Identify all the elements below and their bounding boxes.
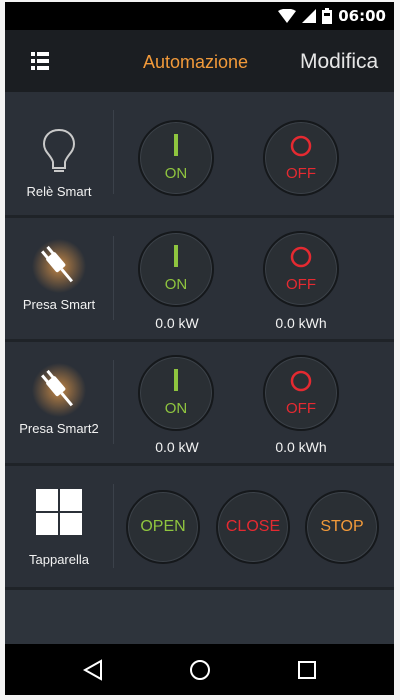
off-label: OFF	[286, 276, 316, 293]
wifi-icon	[278, 9, 297, 23]
divider	[113, 110, 114, 194]
bulb-icon	[42, 128, 76, 172]
signal-icon	[302, 9, 317, 23]
app-header: Automazione Modifica	[5, 30, 394, 92]
off-glyph-icon	[265, 245, 337, 271]
on-button[interactable]: ON	[138, 231, 214, 307]
menu-button[interactable]	[25, 48, 55, 74]
device-list: Relè Smart ON OFF Presa Smart ON OFF 0.0…	[5, 92, 394, 644]
off-button[interactable]: OFF	[263, 120, 339, 196]
open-label: OPEN	[140, 518, 186, 535]
device-info: Presa Smart2	[5, 342, 113, 463]
off-glyph-icon	[265, 369, 337, 395]
energy-reading: 0.0 kWh	[275, 315, 327, 331]
device-name: Presa Smart	[22, 297, 96, 312]
off-button[interactable]: OFF	[263, 231, 339, 307]
recents-icon[interactable]	[295, 658, 319, 682]
device-row-presa-smart: Presa Smart ON OFF 0.0 kW 0.0 kWh	[5, 218, 394, 342]
device-info: Presa Smart	[5, 218, 113, 339]
plug-icon	[32, 363, 86, 417]
back-icon[interactable]	[81, 658, 105, 682]
window-icon	[36, 489, 82, 535]
close-button[interactable]: CLOSE	[216, 490, 290, 564]
on-button[interactable]: ON	[138, 120, 214, 196]
on-label: ON	[164, 400, 188, 417]
phone-screen: 06:00 Automazione Modifica Relè Smart ON…	[5, 2, 394, 695]
on-button[interactable]: ON	[138, 355, 214, 431]
open-button[interactable]: OPEN	[126, 490, 200, 564]
status-bar: 06:00	[5, 2, 394, 30]
device-name: Relè Smart	[26, 184, 92, 199]
list-icon	[31, 52, 49, 70]
on-glyph-icon	[140, 369, 212, 395]
on-label: ON	[164, 165, 188, 182]
device-name: Presa Smart2	[19, 421, 99, 436]
tab-modifica[interactable]: Modifica	[300, 50, 378, 74]
on-glyph-icon	[140, 245, 212, 271]
stop-button[interactable]: STOP	[305, 490, 379, 564]
battery-icon	[322, 8, 333, 24]
power-reading: 0.0 kW	[155, 439, 199, 455]
stop-label: STOP	[320, 518, 364, 535]
power-reading: 0.0 kW	[155, 315, 199, 331]
on-label: ON	[164, 276, 188, 293]
clock: 06:00	[338, 7, 386, 25]
device-row-tapparella: Tapparella OPEN CLOSE STOP	[5, 466, 394, 590]
system-nav-bar	[5, 644, 394, 695]
divider	[113, 236, 114, 320]
divider	[113, 484, 114, 568]
device-row-presa-smart2: Presa Smart2 ON OFF 0.0 kW 0.0 kWh	[5, 342, 394, 466]
off-glyph-icon	[265, 134, 337, 160]
device-name: Tapparella	[29, 552, 89, 567]
close-label: CLOSE	[225, 518, 281, 535]
off-label: OFF	[286, 165, 316, 182]
device-info: Tapparella	[5, 466, 113, 587]
divider	[113, 360, 114, 444]
device-row-rele-smart: Relè Smart ON OFF	[5, 92, 394, 218]
device-info: Relè Smart	[5, 92, 113, 215]
off-button[interactable]: OFF	[263, 355, 339, 431]
off-label: OFF	[286, 400, 316, 417]
on-glyph-icon	[140, 134, 212, 160]
plug-icon	[32, 239, 86, 293]
energy-reading: 0.0 kWh	[275, 439, 327, 455]
tab-automazione[interactable]: Automazione	[143, 52, 248, 73]
home-icon[interactable]	[188, 658, 212, 682]
